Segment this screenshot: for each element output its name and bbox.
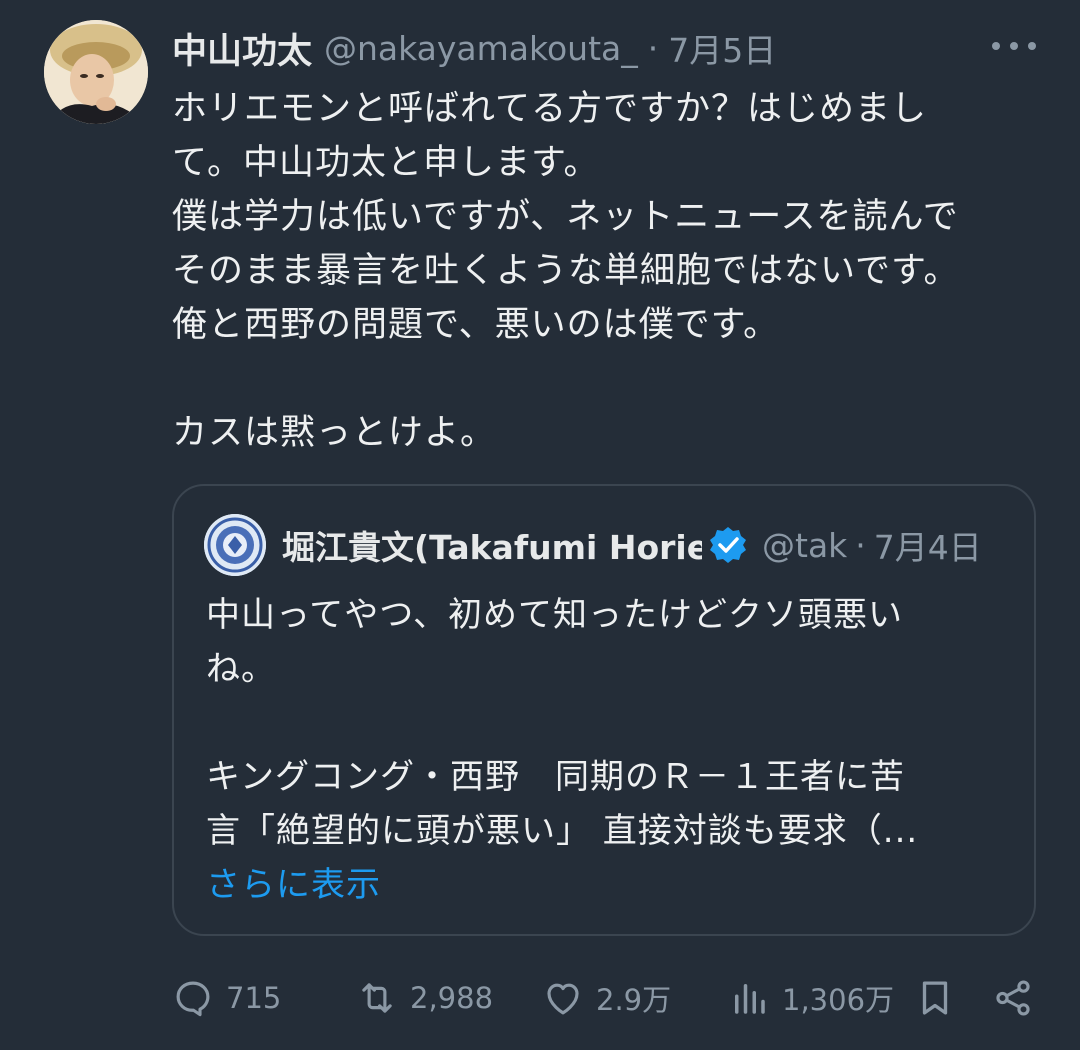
action-bar: 715 2,988 2.9万 1,306万 [172,970,1042,1026]
quoted-text-line [206,696,1006,750]
share-button[interactable] [992,970,1034,1026]
quoted-text: 中山ってやつ、初めて知ったけどクソ頭悪い ね。 キングコング・西野 同期のＲ－１… [206,588,1006,912]
header-separator: · [647,28,659,68]
author-name[interactable]: 中山功太 [172,23,312,74]
retweet-count: 2,988 [410,981,494,1015]
like-count: 2.9万 [596,983,672,1017]
quoted-author-handle[interactable]: @tak [762,526,847,565]
tweet-text-line: 俺と西野の問題で、悪いのは僕です。 [172,305,780,345]
heart-icon [547,983,579,1015]
tweet-date[interactable]: 7月5日 [668,24,776,72]
views-icon [735,984,765,1014]
reply-count: 715 [226,981,282,1015]
quoted-text-line: キングコング・西野 同期のＲ－１王者に苦 [206,757,905,797]
quoted-separator: · [855,525,866,565]
quoted-avatar-image [204,514,266,576]
quoted-text-line: ね。 [206,649,276,689]
tweet-text-line: 僕は学力は低いですが、ネットニュースを読んで [172,197,959,237]
verified-badge-icon [710,527,746,563]
author-handle[interactable]: @nakayamakouta_ [324,29,638,68]
views-count: 1,306万 [782,983,895,1017]
tweet-header: 中山功太 @nakayamakouta_ · 7月5日 [172,20,776,76]
author-avatar[interactable] [44,20,148,124]
share-icon [996,980,1030,1016]
tweet: 中山功太 @nakayamakouta_ · 7月5日 ホリエモンと呼ばれてる方… [0,0,1080,1050]
quoted-tweet[interactable]: 堀江貴文(Takafumi Horie @tak · 7月4日 中山ってやつ、初… [172,484,1036,936]
views-button[interactable]: 1,306万 [728,970,894,1026]
show-more-link[interactable]: さらに表示 [206,858,1006,912]
bookmark-icon [922,981,948,1015]
tweet-text-line [172,352,1042,406]
quoted-header: 堀江貴文(Takafumi Horie @tak · 7月4日 [282,520,1008,570]
reply-button[interactable]: 715 [172,970,281,1026]
quoted-text-line: 中山ってやつ、初めて知ったけどクソ頭悪い [206,595,903,635]
tweet-text-line: ホリエモンと呼ばれてる方ですか？はじめまし [172,89,927,129]
more-dots-icon[interactable] [992,32,1036,60]
tweet-text-line: そのまま暴言を吐くような単細胞ではないです。 [172,251,960,291]
bookmark-button[interactable] [914,970,956,1026]
quoted-author-name[interactable]: 堀江貴文(Takafumi Horie [282,521,702,569]
retweet-icon [362,983,392,1013]
tweet-text-line: カスは黙っとけよ。 [172,413,497,453]
author-avatar-image [44,20,148,124]
quoted-author-avatar[interactable] [204,514,266,576]
tweet-text-line: て。中山功太と申します。 [172,143,600,183]
reply-icon [176,981,210,1017]
like-button[interactable]: 2.9万 [542,970,671,1026]
tweet-text: ホリエモンと呼ばれてる方ですか？はじめまし て。中山功太と申します。 僕は学力は… [172,82,1042,460]
quoted-text-line: 言「絶望的に頭が悪い」 直接対談も要求（... [206,811,919,851]
retweet-button[interactable]: 2,988 [356,970,493,1026]
quoted-date[interactable]: 7月4日 [874,521,982,569]
